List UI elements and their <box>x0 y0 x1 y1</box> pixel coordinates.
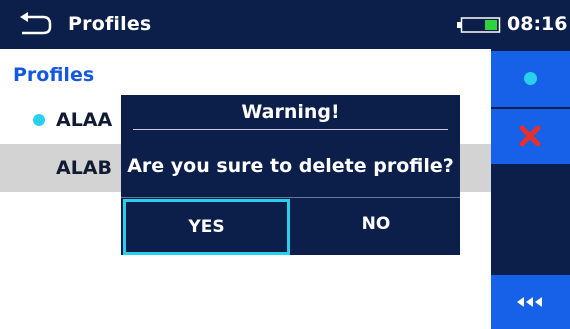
dialog-message: Are you sure to delete profile? <box>127 155 454 177</box>
page-title: Profiles <box>68 13 152 35</box>
dialog-separator <box>121 197 460 198</box>
collapse-button[interactable] <box>491 275 570 329</box>
battery-icon <box>457 17 501 33</box>
title-bar: Profiles 08:16 <box>0 0 570 49</box>
collapse-arrows-icon <box>517 297 542 307</box>
back-arrow-icon[interactable] <box>19 11 53 37</box>
active-dot-icon <box>33 114 45 126</box>
clock: 08:16 <box>507 13 568 35</box>
list-item-label: ALAB <box>56 157 112 179</box>
dialog-divider <box>133 129 448 130</box>
delete-button[interactable] <box>491 109 570 164</box>
dialog-title: Warning! <box>241 101 340 123</box>
list-item-label: ALAA <box>56 109 113 131</box>
section-title: Profiles <box>13 64 95 86</box>
set-active-button[interactable] <box>491 51 570 107</box>
no-button[interactable]: NO <box>292 199 460 255</box>
active-dot-icon <box>524 72 537 85</box>
delete-x-icon <box>519 125 541 147</box>
yes-button[interactable]: YES <box>123 199 290 255</box>
sidebar <box>491 49 570 329</box>
warning-dialog: Warning! Are you sure to delete profile?… <box>121 95 460 255</box>
